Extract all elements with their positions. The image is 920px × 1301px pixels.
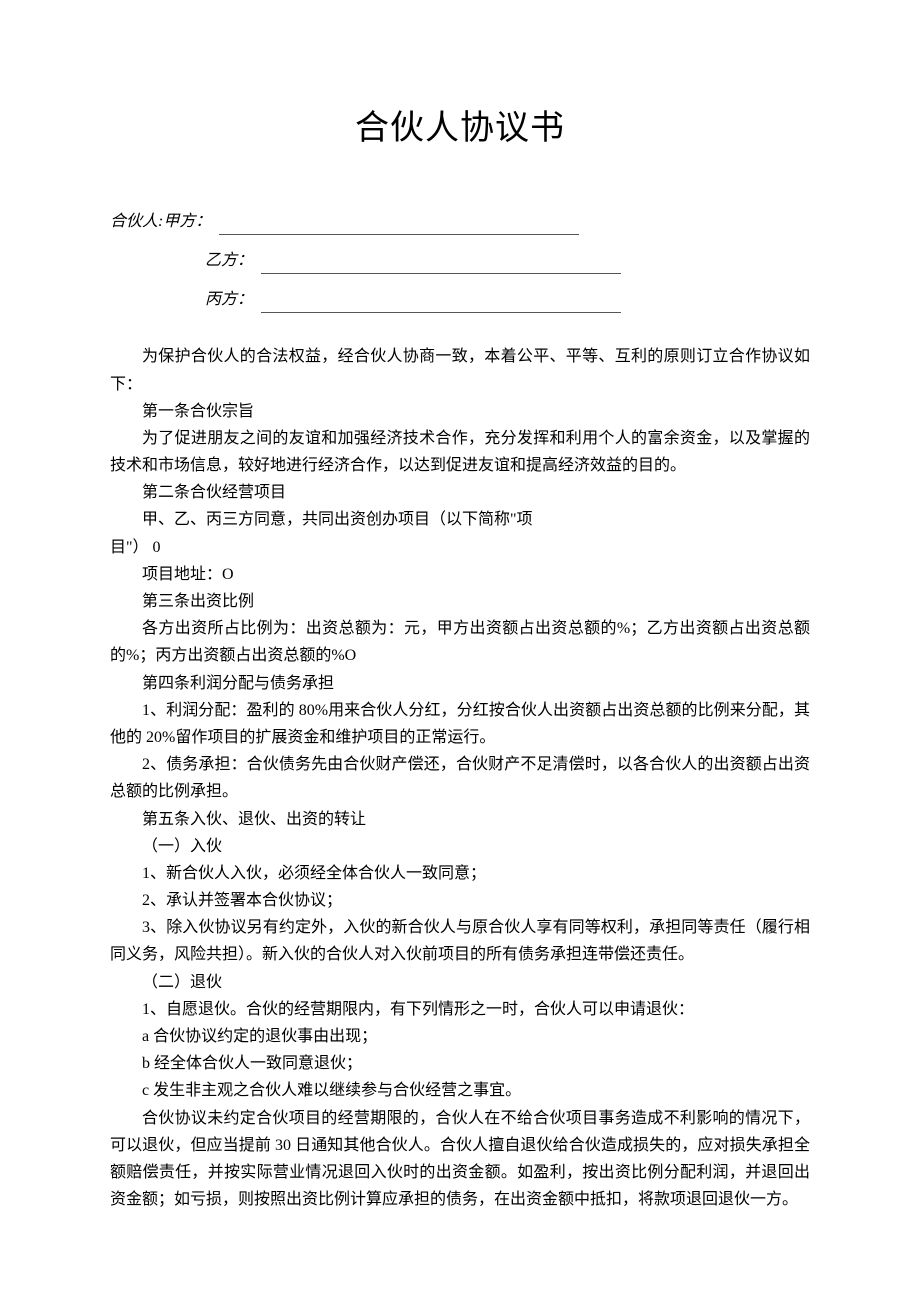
party-row-b: 乙方： <box>110 247 810 274</box>
party-row-a: 合伙人:甲方： <box>110 208 810 235</box>
article-5-s1-title: （一）入伙 <box>110 833 810 860</box>
party-c-line <box>261 296 621 313</box>
article-2-line1: 甲、乙、丙三方同意，共同出资创办项目（以下简称"项 <box>110 506 810 533</box>
party-c-label: 丙方： <box>110 286 253 313</box>
article-2-line2: 目"） 0 <box>110 534 810 561</box>
party-a-line <box>219 218 579 235</box>
party-row-c: 丙方： <box>110 286 810 313</box>
article-5-s1-p2: 2、承认并签署本合伙协议； <box>110 887 810 914</box>
article-5-s2-c: c 发生非主观之合伙人难以继续参与合伙经营之事宜。 <box>110 1077 810 1104</box>
party-a-label: 甲方： <box>163 213 211 230</box>
article-1-heading: 第一条合伙宗旨 <box>110 398 810 425</box>
document-body: 为保护合伙人的合法权益，经合伙人协商一致，本着公平、平等、互利的原则订立合作协议… <box>110 343 810 1213</box>
article-5-s2-b: b 经全体合伙人一致同意退伙； <box>110 1050 810 1077</box>
article-4-p2: 2、债务承担：合伙债务先由合伙财产偿还，合伙财产不足清偿时，以各合伙人的出资额占… <box>110 751 810 805</box>
article-4-heading: 第四条利润分配与债务承担 <box>110 670 810 697</box>
article-5-s2-a: a 合伙协议约定的退伙事由出现； <box>110 1023 810 1050</box>
party-lead-text: 合伙人: <box>110 213 163 230</box>
article-5-heading: 第五条入伙、退伙、出资的转让 <box>110 806 810 833</box>
parties-block: 合伙人:甲方： 乙方： 丙方： <box>110 208 810 314</box>
article-4-p1: 1、利润分配：盈利的 80%用来合伙人分红，分红按合伙人出资额占出资总额的比例来… <box>110 697 810 751</box>
article-5-s2-title: （二）退伙 <box>110 969 810 996</box>
article-3-heading: 第三条出资比例 <box>110 588 810 615</box>
document-page: 合伙人协议书 合伙人:甲方： 乙方： 丙方： 为保护合伙人的合法权益，经合伙人协… <box>0 0 920 1273</box>
party-b-label: 乙方： <box>110 247 253 274</box>
article-2-heading: 第二条合伙经营项目 <box>110 479 810 506</box>
article-5-s2-para: 合伙协议未约定合伙项目的经营期限的，合伙人在不给合伙项目事务造成不利影响的情况下… <box>110 1105 810 1214</box>
document-title: 合伙人协议书 <box>110 100 810 158</box>
article-2-address: 项目地址：O <box>110 561 810 588</box>
article-5-s1-p1: 1、新合伙人入伙，必须经全体合伙人一致同意； <box>110 860 810 887</box>
article-5-s2-p1: 1、自愿退伙。合伙的经营期限内，有下列情形之一时，合伙人可以申请退伙： <box>110 996 810 1023</box>
article-3-body: 各方出资所占比例为：出资总额为：元，甲方出资额占出资总额的%；乙方出资额占出资总… <box>110 615 810 669</box>
party-lead-label: 合伙人:甲方： <box>110 208 211 235</box>
article-5-s1-p3: 3、除入伙协议另有约定外，入伙的新合伙人与原合伙人享有同等权利，承担同等责任（履… <box>110 914 810 968</box>
party-b-line <box>261 257 621 274</box>
intro-paragraph: 为保护合伙人的合法权益，经合伙人协商一致，本着公平、平等、互利的原则订立合作协议… <box>110 343 810 397</box>
article-1-body: 为了促进朋友之间的友谊和加强经济技术合作，充分发挥和利用个人的富余资金，以及掌握… <box>110 425 810 479</box>
